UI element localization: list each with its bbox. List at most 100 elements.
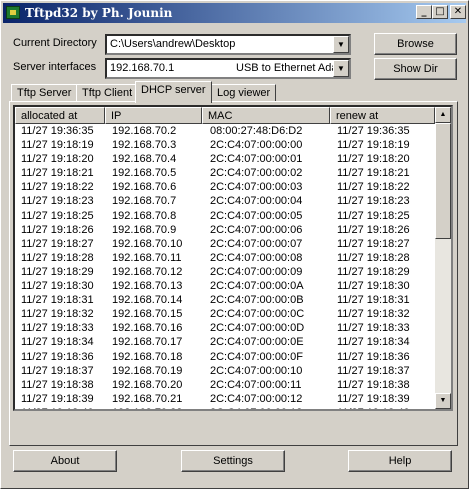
cell-renew-at: 11/27 19:18:21 [337, 167, 410, 180]
cell-allocated-at: 11/27 19:18:38 [21, 378, 94, 391]
table-row[interactable]: 11/27 19:18:36 192.168.70.18 2C:C4:07:00:0… [15, 350, 435, 364]
table-row[interactable]: 11/27 19:18:27 192.168.70.10 2C:C4:07:00:0… [15, 237, 435, 251]
table-body: 11/27 19:36:35 192.168.70.2 08:00:27:48:D6… [15, 124, 435, 409]
table-row[interactable]: 11/27 19:18:28 192.168.70.11 2C:C4:07:00:0… [15, 251, 435, 265]
table-row[interactable]: 11/27 19:18:30 192.168.70.13 2C:C4:07:00:0… [15, 279, 435, 293]
browse-button[interactable]: Browse [374, 33, 457, 55]
cell-renew-at: 11/27 19:18:28 [337, 251, 410, 264]
table-row[interactable]: 11/27 19:18:20 192.168.70.4 2C:C4:07:00:00… [15, 152, 435, 166]
cell-ip: 192.168.70.3 [112, 139, 177, 152]
current-directory-value: C:\Users\andrew\Desktop [110, 38, 236, 50]
settings-button[interactable]: Settings [181, 450, 285, 472]
cell-mac: 2C:C4:07:00:00:0D [210, 322, 305, 335]
cell-mac: 2C:C4:07:00:00:07 [210, 237, 303, 250]
tab-dhcp-server[interactable]: DHCP server [135, 81, 212, 103]
cell-renew-at: 11/27 19:18:26 [337, 223, 410, 236]
cell-ip: 192.168.70.17 [112, 336, 183, 349]
tab-tftp-client[interactable]: Tftp Client [76, 84, 139, 102]
cell-ip: 192.168.70.21 [112, 392, 183, 405]
table-row[interactable]: 11/27 19:18:21 192.168.70.5 2C:C4:07:00:00… [15, 166, 435, 180]
cell-ip: 192.168.70.4 [112, 153, 177, 166]
dhcp-leases-table[interactable]: allocated at IP MAC renew at 11/27 19:36… [13, 105, 453, 411]
column-header-allocated-at[interactable]: allocated at [15, 107, 105, 124]
show-dir-button[interactable]: Show Dir [374, 58, 457, 80]
cell-renew-at: 11/27 19:18:25 [337, 209, 410, 222]
close-button[interactable]: ✕ [450, 5, 466, 19]
cell-ip: 192.168.70.14 [112, 294, 183, 307]
cell-renew-at: 11/27 19:36:35 [337, 125, 410, 137]
server-interfaces-label: Server interfaces [13, 61, 97, 73]
table-row[interactable]: 11/27 19:18:39 192.168.70.21 2C:C4:07:00:0… [15, 392, 435, 406]
cell-allocated-at: 11/27 19:18:33 [21, 322, 94, 335]
column-header-mac[interactable]: MAC [202, 107, 330, 124]
help-button[interactable]: Help [348, 450, 452, 472]
cell-renew-at: 11/27 19:18:30 [337, 280, 410, 293]
cell-mac: 2C:C4:07:00:00:01 [210, 153, 303, 166]
scroll-down-icon[interactable]: ▼ [435, 393, 451, 409]
cell-renew-at: 11/27 19:18:32 [337, 308, 410, 321]
cell-renew-at: 11/27 19:18:31 [337, 294, 410, 307]
cell-renew-at: 11/27 19:18:33 [337, 322, 410, 335]
cell-ip: 192.168.70.15 [112, 308, 183, 321]
current-directory-combo[interactable]: C:\Users\andrew\Desktop ▼ [105, 34, 351, 55]
cell-ip: 192.168.70.16 [112, 322, 183, 335]
cell-mac: 2C:C4:07:00:00:0A [210, 280, 304, 293]
cell-mac: 2C:C4:07:00:00:13 [210, 406, 302, 409]
tab-tftp-server[interactable]: Tftp Server [11, 84, 78, 102]
cell-ip: 192.168.70.11 [112, 251, 182, 264]
column-header-renew-at[interactable]: renew at [330, 107, 435, 124]
cell-ip: 192.168.70.18 [112, 350, 183, 363]
cell-ip: 192.168.70.12 [112, 265, 183, 278]
table-row[interactable]: 11/27 19:18:37 192.168.70.19 2C:C4:07:00:0… [15, 364, 435, 378]
cell-ip: 192.168.70.2 [112, 125, 177, 137]
server-interface-ip: 192.168.70.1 [110, 62, 175, 74]
cell-allocated-at: 11/27 19:18:32 [21, 308, 94, 321]
cell-mac: 2C:C4:07:00:00:0C [210, 308, 305, 321]
cell-ip: 192.168.70.7 [112, 195, 177, 208]
table-row[interactable]: 11/27 19:18:31 192.168.70.14 2C:C4:07:00:0… [15, 293, 435, 307]
minimize-button[interactable]: _ [416, 5, 432, 19]
title-bar[interactable]: Tftpd32 by Ph. Jounin _ □ ✕ [3, 3, 466, 23]
cell-mac: 2C:C4:07:00:00:06 [210, 223, 303, 236]
table-row[interactable]: 11/27 19:18:40 192.168.70.22 2C:C4:07:00:0… [15, 406, 435, 409]
table-row[interactable]: 11/27 19:18:25 192.168.70.8 2C:C4:07:00:00… [15, 209, 435, 223]
cell-renew-at: 11/27 19:18:40 [337, 406, 410, 409]
scroll-thumb[interactable] [435, 123, 451, 239]
table-row[interactable]: 11/27 19:18:32 192.168.70.15 2C:C4:07:00:0… [15, 307, 435, 321]
cell-mac: 2C:C4:07:00:00:02 [210, 167, 303, 180]
cell-renew-at: 11/27 19:18:29 [337, 265, 410, 278]
current-directory-label: Current Directory [13, 37, 97, 49]
table-row[interactable]: 11/27 19:18:22 192.168.70.6 2C:C4:07:00:00… [15, 180, 435, 194]
cell-mac: 2C:C4:07:00:00:0B [210, 294, 304, 307]
server-interfaces-combo[interactable]: 192.168.70.1 USB to Ethernet Ada ▼ [105, 58, 351, 79]
vertical-scrollbar[interactable]: ▲ ▼ [435, 107, 451, 409]
table-header: allocated at IP MAC renew at [15, 107, 435, 124]
table-row[interactable]: 11/27 19:36:35 192.168.70.2 08:00:27:48:D6… [15, 124, 435, 138]
cell-allocated-at: 11/27 19:18:26 [21, 223, 94, 236]
table-row[interactable]: 11/27 19:18:29 192.168.70.12 2C:C4:07:00:0… [15, 265, 435, 279]
table-row[interactable]: 11/27 19:18:33 192.168.70.16 2C:C4:07:00:0… [15, 321, 435, 335]
scroll-up-icon[interactable]: ▲ [435, 107, 451, 123]
cell-allocated-at: 11/27 19:18:31 [21, 294, 94, 307]
cell-allocated-at: 11/27 19:18:40 [21, 406, 94, 409]
table-row[interactable]: 11/27 19:18:38 192.168.70.20 2C:C4:07:00:0… [15, 378, 435, 392]
cell-renew-at: 11/27 19:18:22 [337, 181, 410, 194]
cell-allocated-at: 11/27 19:18:25 [21, 209, 94, 222]
chevron-down-icon[interactable]: ▼ [333, 36, 349, 53]
table-row[interactable]: 11/27 19:18:34 192.168.70.17 2C:C4:07:00:0… [15, 335, 435, 349]
cell-renew-at: 11/27 19:18:36 [337, 350, 410, 363]
tab-log-viewer[interactable]: Log viewer [211, 84, 277, 102]
maximize-button[interactable]: □ [432, 5, 448, 19]
cell-ip: 192.168.70.6 [112, 181, 177, 194]
cell-allocated-at: 11/27 19:18:23 [21, 195, 94, 208]
cell-allocated-at: 11/27 19:18:28 [21, 251, 94, 264]
about-button[interactable]: About [13, 450, 117, 472]
table-row[interactable]: 11/27 19:18:19 192.168.70.3 2C:C4:07:00:00… [15, 138, 435, 152]
cell-renew-at: 11/27 19:18:19 [337, 139, 410, 152]
cell-allocated-at: 11/27 19:18:34 [21, 336, 94, 349]
column-header-ip[interactable]: IP [105, 107, 202, 124]
cell-renew-at: 11/27 19:18:37 [337, 364, 410, 377]
table-row[interactable]: 11/27 19:18:23 192.168.70.7 2C:C4:07:00:00… [15, 194, 435, 208]
chevron-down-icon[interactable]: ▼ [333, 60, 349, 77]
table-row[interactable]: 11/27 19:18:26 192.168.70.9 2C:C4:07:00:00… [15, 223, 435, 237]
